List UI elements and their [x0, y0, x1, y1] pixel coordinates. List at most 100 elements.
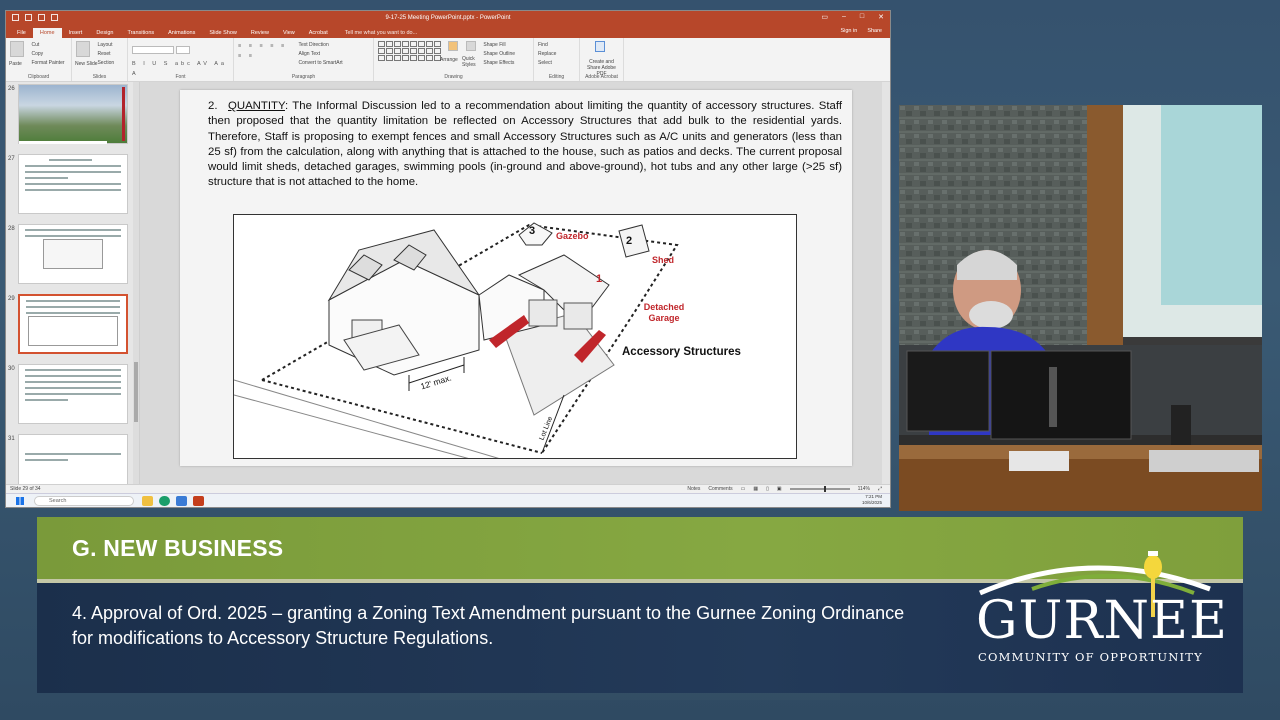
windows-start-icon[interactable] — [16, 497, 24, 505]
font-group: B I U S abc AV Aa A Font — [128, 38, 234, 81]
edge-icon[interactable] — [159, 496, 170, 506]
align-text-button[interactable]: Align Text — [298, 50, 342, 59]
format-painter-button[interactable]: Format Painter — [31, 59, 64, 68]
slide-thumbnail[interactable] — [18, 364, 128, 424]
camera-feed — [899, 105, 1262, 511]
ribbon-display-icon[interactable]: ▭ — [821, 13, 828, 21]
thumbnails-scrollbar[interactable] — [133, 82, 139, 484]
tab-home[interactable]: Home — [32, 28, 62, 38]
slides-group: Layout Reset Section New Slide Slides — [72, 38, 128, 81]
tab-acrobat[interactable]: Acrobat — [302, 28, 335, 38]
marker-3: 3 — [529, 225, 536, 237]
powerpoint-taskbar-icon[interactable] — [193, 496, 204, 506]
share-button[interactable]: Share — [867, 28, 882, 34]
comments-button[interactable]: Comments — [708, 486, 732, 492]
find-button[interactable]: Find — [538, 41, 575, 50]
shape-outline-button[interactable]: Shape Outline — [483, 50, 515, 59]
paste-icon[interactable] — [10, 41, 24, 57]
fit-slide-icon[interactable]: ⤢ — [878, 486, 882, 492]
figure-caption: Accessory Structures — [622, 346, 741, 358]
copy-button[interactable]: Copy — [31, 50, 64, 59]
editing-group: Find Replace Select Editing — [534, 38, 580, 81]
close-button[interactable]: ✕ — [878, 13, 884, 21]
ribbon: Cut Copy Format Painter Paste Clipboard … — [6, 38, 890, 82]
current-slide[interactable]: 2. QUANTITY: The Informal Discussion led … — [180, 90, 852, 466]
font-name-box[interactable] — [132, 46, 174, 54]
slide-thumbnail[interactable] — [18, 434, 128, 484]
arrange-button[interactable]: Arrange — [440, 56, 458, 65]
outlook-icon[interactable] — [176, 496, 187, 506]
thumbnail-number: 27 — [8, 156, 15, 162]
powerpoint-window: 9-17-25 Meeting PowerPoint.pptx - PowerP… — [5, 10, 891, 508]
slide-thumbnail[interactable] — [18, 84, 128, 144]
taskbar-search[interactable]: Search — [34, 496, 134, 506]
font-size-box[interactable] — [176, 46, 190, 54]
detached-garage-label: Detached Garage — [643, 302, 685, 323]
slide-thumbnail[interactable] — [18, 224, 128, 284]
paragraph-group: ≡ ≡ ≡ ≡ ≡ ≡ ≡ Text Direction Align Text … — [234, 38, 374, 81]
list-number: 2. — [208, 100, 218, 112]
replace-button[interactable]: Replace — [538, 50, 575, 59]
new-slide-icon[interactable] — [76, 41, 90, 57]
quick-styles-button[interactable]: Quick Styles — [462, 56, 480, 68]
paragraph-format-buttons[interactable]: ≡ ≡ ≡ ≡ ≡ ≡ ≡ — [238, 41, 294, 61]
minimize-button[interactable]: – — [842, 13, 846, 21]
acrobat-label: Adobe Acrobat — [585, 74, 618, 80]
shapes-gallery[interactable] — [378, 41, 441, 61]
tab-view[interactable]: View — [276, 28, 302, 38]
tab-design[interactable]: Design — [89, 28, 120, 38]
slide-scrollbar[interactable] — [882, 82, 890, 484]
section-button[interactable]: Section — [97, 59, 114, 68]
tab-slide-show[interactable]: Slide Show — [202, 28, 244, 38]
marker-2: 2 — [626, 235, 633, 247]
clipboard-group: Cut Copy Format Painter Paste Clipboard — [6, 38, 72, 81]
thumbnail-number: 26 — [8, 86, 15, 92]
paste-button[interactable]: Paste — [9, 60, 22, 69]
tab-transitions[interactable]: Transitions — [120, 28, 161, 38]
reset-button[interactable]: Reset — [97, 50, 114, 59]
text-direction-button[interactable]: Text Direction — [298, 41, 342, 50]
window-controls: ▭ – □ ✕ — [821, 13, 884, 21]
section-heading: G. NEW BUSINESS — [72, 535, 284, 561]
file-explorer-icon[interactable] — [142, 496, 153, 506]
drawing-group: Shape Fill Shape Outline Shape Effects A… — [374, 38, 534, 81]
reading-view-icon[interactable]: ▯ — [766, 486, 769, 492]
slide-thumbnail[interactable] — [18, 154, 128, 214]
new-slide-button[interactable]: New Slide — [75, 60, 98, 69]
shape-fill-button[interactable]: Shape Fill — [483, 41, 515, 50]
sign-in-link[interactable]: Sign in — [840, 28, 857, 34]
arrange-icon[interactable] — [448, 41, 459, 51]
convert-smartart-button[interactable]: Convert to SmartArt — [298, 59, 342, 68]
camera-scene — [899, 105, 1262, 511]
tab-animations[interactable]: Animations — [161, 28, 202, 38]
tell-me-search[interactable]: Tell me what you want to do... — [335, 28, 427, 38]
slideshow-view-icon[interactable]: ▣ — [777, 486, 782, 492]
shape-effects-button[interactable]: Shape Effects — [483, 59, 515, 68]
zoom-slider[interactable] — [789, 486, 850, 492]
tab-review[interactable]: Review — [244, 28, 276, 38]
slide-thumbnails-pane[interactable]: 26 27 28 29 30 31 — [6, 82, 140, 484]
create-pdf-icon[interactable] — [595, 41, 605, 52]
select-button[interactable]: Select — [538, 59, 575, 68]
slide-body-text[interactable]: 2. QUANTITY: The Informal Discussion led … — [208, 99, 842, 191]
accessory-structures-diagram[interactable]: 3 Gazebo 2 Shed 1 Detached Garage Access… — [233, 214, 797, 459]
status-bar: Slide 29 of 34 Notes Comments ▭ ▦ ▯ ▣ 11… — [6, 484, 890, 493]
notes-button[interactable]: Notes — [687, 486, 700, 492]
maximize-button[interactable]: □ — [860, 13, 864, 21]
slide-thumbnail-selected[interactable] — [18, 294, 128, 354]
quick-styles-icon[interactable] — [465, 41, 476, 51]
keyword-quantity: QUANTITY — [228, 100, 285, 112]
sorter-view-icon[interactable]: ▦ — [753, 486, 758, 492]
thumbnail-number: 28 — [8, 226, 15, 232]
editing-label: Editing — [548, 74, 565, 80]
tab-insert[interactable]: Insert — [62, 28, 90, 38]
shed-label: Shed — [652, 255, 675, 265]
normal-view-icon[interactable]: ▭ — [741, 486, 746, 492]
tab-file[interactable]: File — [10, 28, 33, 38]
taskbar-clock: 7:21 PM 10/6/2025 — [862, 494, 882, 506]
thumbnail-number: 29 — [8, 296, 15, 302]
layout-button[interactable]: Layout — [97, 41, 114, 50]
cut-button[interactable]: Cut — [31, 41, 64, 50]
zoom-level[interactable]: 114% — [858, 486, 870, 492]
logo-wordmark: GURNEE — [976, 591, 1228, 651]
